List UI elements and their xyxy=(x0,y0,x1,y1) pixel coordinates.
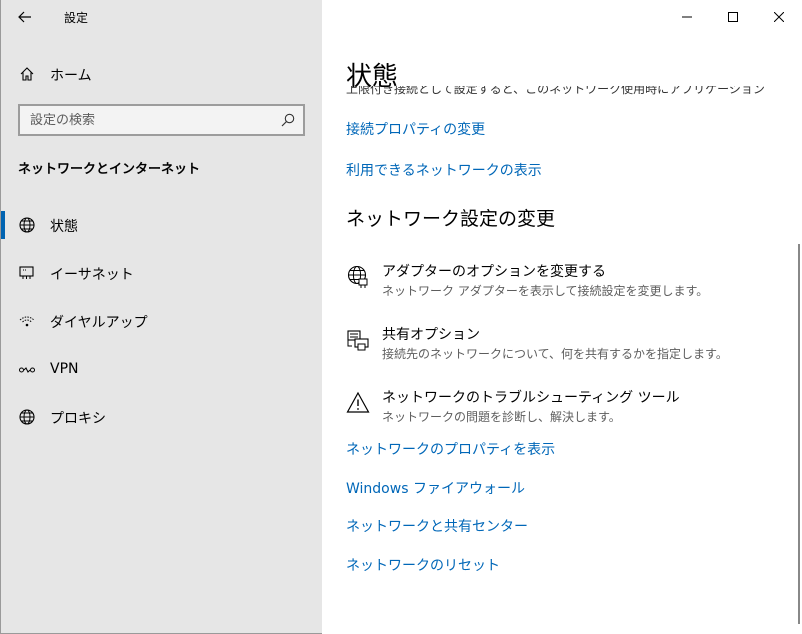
option-description: ネットワークの問題を診断し、解決します。 xyxy=(382,410,621,424)
vpn-icon xyxy=(19,367,35,373)
home-label: ホーム xyxy=(50,68,92,84)
scrollbar[interactable] xyxy=(798,244,800,624)
network-sharing-center-link[interactable]: ネットワークと共有センター xyxy=(346,516,528,536)
sidebar-item-vpn[interactable]: VPN xyxy=(1,350,322,390)
scrolled-description-text: 上限付き接続として設定すると、このネットワーク使用時にアプリケーションの動作を変… xyxy=(346,86,765,96)
warning-icon xyxy=(346,391,370,413)
option-title: アダプターのオプションを変更する xyxy=(382,264,606,280)
globe-icon xyxy=(19,409,35,425)
sidebar: 設定 ホーム ネットワークとインターネット 状態 xyxy=(1,0,322,633)
home-icon xyxy=(20,67,34,81)
sharing-options-item[interactable]: 共有オプション 接続先のネットワークについて、何を共有するかを指定します。 xyxy=(346,324,746,372)
active-indicator xyxy=(1,211,5,239)
sidebar-item-status[interactable]: 状態 xyxy=(1,205,322,245)
sidebar-section-title: ネットワークとインターネット xyxy=(18,162,201,177)
back-button[interactable] xyxy=(11,4,39,30)
change-connection-properties-link[interactable]: 接続プロパティの変更 xyxy=(346,119,485,139)
sidebar-item-label: プロキシ xyxy=(50,411,106,427)
settings-window: 設定 ホーム ネットワークとインターネット 状態 xyxy=(0,0,802,634)
window-controls xyxy=(664,0,802,34)
maximize-icon xyxy=(728,12,738,22)
section-heading: ネットワーク設定の変更 xyxy=(346,208,556,230)
windows-firewall-link[interactable]: Windows ファイアウォール xyxy=(346,478,525,498)
sidebar-item-label: 状態 xyxy=(50,219,78,235)
option-description: 接続先のネットワークについて、何を共有するかを指定します。 xyxy=(382,347,728,361)
close-icon xyxy=(774,12,784,22)
sidebar-item-label: VPN xyxy=(50,361,79,377)
search-box[interactable] xyxy=(18,104,305,136)
scrolled-description: 上限付き接続として設定すると、このネットワーク使用時にアプリケーションの動作を変… xyxy=(346,86,766,100)
sidebar-item-ethernet[interactable]: イーサネット xyxy=(1,253,322,293)
option-description: ネットワーク アダプターを表示して接続設定を変更します。 xyxy=(382,284,709,298)
ethernet-icon xyxy=(19,266,34,279)
globe-icon xyxy=(19,217,35,233)
show-available-networks-link[interactable]: 利用できるネットワークの表示 xyxy=(346,160,542,180)
main-content: 状態 上限付き接続として設定すると、このネットワーク使用時にアプリケーションの動… xyxy=(322,0,802,634)
minimize-button[interactable] xyxy=(664,0,710,34)
adapter-globe-icon xyxy=(347,265,368,288)
option-title: 共有オプション xyxy=(382,327,480,343)
view-network-properties-link[interactable]: ネットワークのプロパティを表示 xyxy=(346,439,555,459)
close-button[interactable] xyxy=(756,0,802,34)
network-reset-link[interactable]: ネットワークのリセット xyxy=(346,555,500,575)
search-input[interactable] xyxy=(30,112,280,128)
sidebar-item-dialup[interactable]: ダイヤルアップ xyxy=(1,301,322,341)
sidebar-item-label: ダイヤルアップ xyxy=(50,315,148,331)
network-troubleshooter-item[interactable]: ネットワークのトラブルシューティング ツール ネットワークの問題を診断し、解決し… xyxy=(346,387,746,435)
maximize-button[interactable] xyxy=(710,0,756,34)
search-icon[interactable] xyxy=(281,113,295,127)
sharing-printer-icon xyxy=(347,330,369,351)
option-title: ネットワークのトラブルシューティング ツール xyxy=(382,390,680,406)
app-title: 設定 xyxy=(64,11,89,25)
home-nav-item[interactable]: ホーム xyxy=(1,58,322,90)
dialup-icon xyxy=(19,316,35,327)
sidebar-item-label: イーサネット xyxy=(50,267,134,283)
minimize-icon xyxy=(682,16,692,18)
back-arrow-icon xyxy=(18,11,31,23)
change-adapter-options-item[interactable]: アダプターのオプションを変更する ネットワーク アダプターを表示して接続設定を変… xyxy=(346,261,746,309)
titlebar-left: 設定 xyxy=(1,0,322,34)
sidebar-item-proxy[interactable]: プロキシ xyxy=(1,397,322,437)
